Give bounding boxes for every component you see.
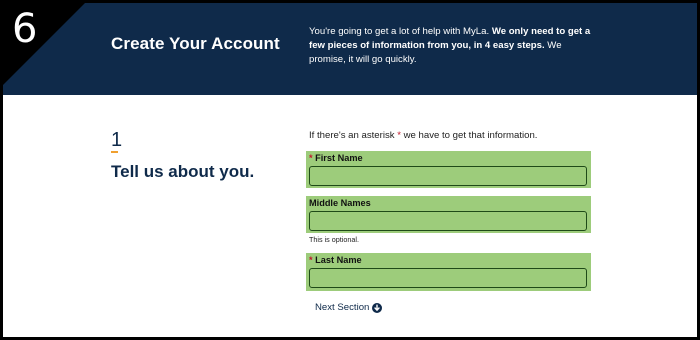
next-section-label: Next Section <box>315 302 370 313</box>
header-banner: 6 Create Your Account You're going to ge… <box>3 3 697 95</box>
header-description: You're going to get a lot of help with M… <box>309 25 599 67</box>
header-desc-part1: You're going to get a lot of help with M… <box>309 26 492 37</box>
page: 6 Create Your Account You're going to ge… <box>3 3 697 337</box>
section-number: 1 <box>111 129 123 151</box>
section-title: Tell us about you. <box>111 162 255 181</box>
first-name-label-text: First Name <box>315 153 363 163</box>
first-name-label: * First Name <box>309 153 363 163</box>
required-note-after: we have to get that information. <box>400 130 538 141</box>
section-number-underline <box>111 151 118 153</box>
required-note: If there's an asterisk * we have to get … <box>309 130 537 141</box>
required-note-before: If there's an asterisk <box>309 130 398 141</box>
first-name-field-group: * First Name <box>306 151 591 188</box>
middle-names-label: Middle Names <box>309 198 371 208</box>
last-name-label-text: Last Name <box>315 255 362 265</box>
middle-names-field-group: Middle Names <box>306 196 591 233</box>
step-badge-number: 6 <box>12 6 38 52</box>
page-title: Create Your Account <box>111 34 280 53</box>
last-name-field-group: * Last Name <box>306 253 591 291</box>
last-name-input[interactable] <box>309 268 587 288</box>
first-name-required-mark: * <box>309 153 313 163</box>
middle-names-input[interactable] <box>309 211 587 231</box>
last-name-label: * Last Name <box>309 255 362 265</box>
middle-names-hint: This is optional. <box>309 235 359 244</box>
first-name-input[interactable] <box>309 166 587 186</box>
next-section-link[interactable]: Next Section <box>315 302 383 313</box>
screenshot-frame: 6 Create Your Account You're going to ge… <box>0 0 700 340</box>
arrow-down-circle-icon <box>372 302 383 313</box>
last-name-required-mark: * <box>309 255 313 265</box>
